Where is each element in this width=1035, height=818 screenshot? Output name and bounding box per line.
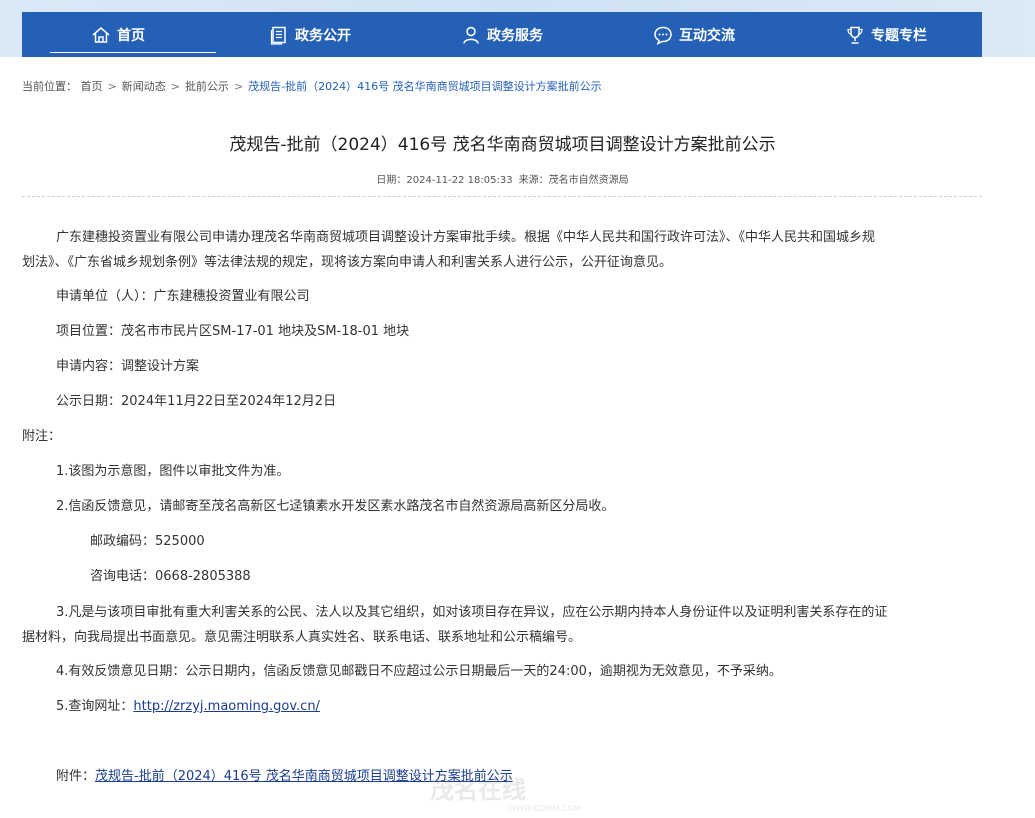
trophy-icon bbox=[847, 26, 863, 44]
note-4: 4.有效反馈意见日期：公示日期内，信函反馈意见邮戳日不应超过公示日期最后一天的2… bbox=[56, 664, 782, 679]
source-label: 来源： bbox=[518, 175, 549, 186]
date-label: 日期： bbox=[376, 175, 407, 186]
chat-bubble-icon bbox=[654, 26, 672, 45]
note-2: 2.信函反馈意见，请邮寄至茂名高新区七迳镇素水开发区素水路茂名市自然资源局高新区… bbox=[56, 499, 615, 514]
note-1: 1.该图为示意图，图件以审批文件为准。 bbox=[56, 464, 290, 479]
breadcrumb-separator: > bbox=[233, 80, 244, 93]
breadcrumb-link-news[interactable]: 新闻动态 bbox=[122, 80, 166, 93]
article-meta: 日期：2024-11-22 18:05:33 来源：茂名市自然资源局 bbox=[0, 171, 1005, 186]
nav-item-open-government[interactable]: 政务公开 bbox=[214, 12, 406, 57]
breadcrumb-current: 茂规告-批前（2024）416号 茂名华南商贸城项目调整设计方案批前公示 bbox=[248, 80, 602, 93]
note-5: 5.查询网址：http://zrzyj.maoming.gov.cn/ bbox=[56, 696, 320, 718]
nav-item-label: 政务公开 bbox=[295, 27, 351, 44]
title-divider bbox=[22, 196, 982, 197]
breadcrumb-separator: > bbox=[170, 80, 180, 93]
nav-item-label: 政务服务 bbox=[487, 27, 543, 44]
nav-item-home[interactable]: 首页 bbox=[22, 12, 216, 57]
query-url-link[interactable]: http://zrzyj.maoming.gov.cn/ bbox=[133, 699, 320, 714]
source-value: 茂名市自然资源局 bbox=[548, 175, 629, 186]
notes-label: 附注： bbox=[22, 429, 62, 444]
nav-item-special-topics[interactable]: 专题专栏 bbox=[790, 12, 982, 57]
publish-date: 2024-11-22 18:05:33 bbox=[406, 175, 513, 186]
breadcrumb-link-home[interactable]: 首页 bbox=[81, 80, 103, 93]
nav-item-interaction[interactable]: 互动交流 bbox=[598, 12, 790, 57]
query-url-label: 5.查询网址： bbox=[56, 699, 134, 714]
page-title: 茂规告-批前（2024）416号 茂名华南商贸城项目调整设计方案批前公示 bbox=[229, 135, 776, 155]
nav-item-label: 首页 bbox=[117, 27, 145, 44]
phone-text: 咨询电话：0668-2805388 bbox=[90, 569, 251, 584]
home-icon bbox=[92, 26, 110, 43]
attachment-link[interactable]: 茂规告-批前（2024）416号 茂名华南商贸城项目调整设计方案批前公示 bbox=[95, 769, 513, 784]
main-nav: 首页 政务公开 政务服务 互动交流 专题专栏 bbox=[22, 12, 982, 57]
nav-item-label: 专题专栏 bbox=[871, 27, 927, 44]
attachment-row: 附件：茂规告-批前（2024）416号 茂名华南商贸城项目调整设计方案批前公示 bbox=[56, 766, 513, 788]
attachment-label: 附件： bbox=[56, 769, 96, 784]
breadcrumb-separator: > bbox=[107, 80, 117, 93]
intro-line-2: 划法》、《广东省城乡规划条例》等法律法规的规定，现将该方案向申请人和利害关系人进… bbox=[22, 255, 673, 270]
location-text: 项目位置：茂名市市民片区SM-17-01 地块及SM-18-01 地块 bbox=[56, 324, 410, 339]
intro-line-1: 广东建穗投资置业有限公司申请办理茂名华南商贸城项目调整设计方案审批手续。根据《中… bbox=[56, 230, 876, 245]
postcode-text: 邮政编码：525000 bbox=[90, 534, 205, 549]
breadcrumb: 当前位置： 首页 > 新闻动态 > 批前公示 > 茂规告-批前（2024）416号 茂名华南… bbox=[22, 78, 602, 94]
note-3-line-1: 3.凡是与该项目审批有重大利害关系的公民、法人以及其它组织，如对该项目存在异议，… bbox=[56, 605, 888, 620]
nav-item-label: 互动交流 bbox=[679, 27, 735, 44]
watermark-text-url: WWW.GDMM.COM bbox=[508, 804, 581, 813]
nav-item-government-services[interactable]: 政务服务 bbox=[406, 12, 598, 57]
content-text: 申请内容：调整设计方案 bbox=[56, 359, 200, 374]
breadcrumb-prefix: 当前位置： bbox=[22, 80, 77, 93]
breadcrumb-link-pre-approval[interactable]: 批前公示 bbox=[185, 80, 229, 93]
document-icon bbox=[270, 26, 286, 45]
note-3-line-2: 据材料，向我局提出书面意见。意见需注明联系人真实姓名、联系电话、联系地址和公示稿… bbox=[22, 630, 582, 645]
period-text: 公示日期：2024年11月22日至2024年12月2日 bbox=[56, 394, 337, 409]
service-person-icon bbox=[463, 26, 479, 44]
applicant-text: 申请单位（人）：广东建穗投资置业有限公司 bbox=[56, 289, 310, 304]
